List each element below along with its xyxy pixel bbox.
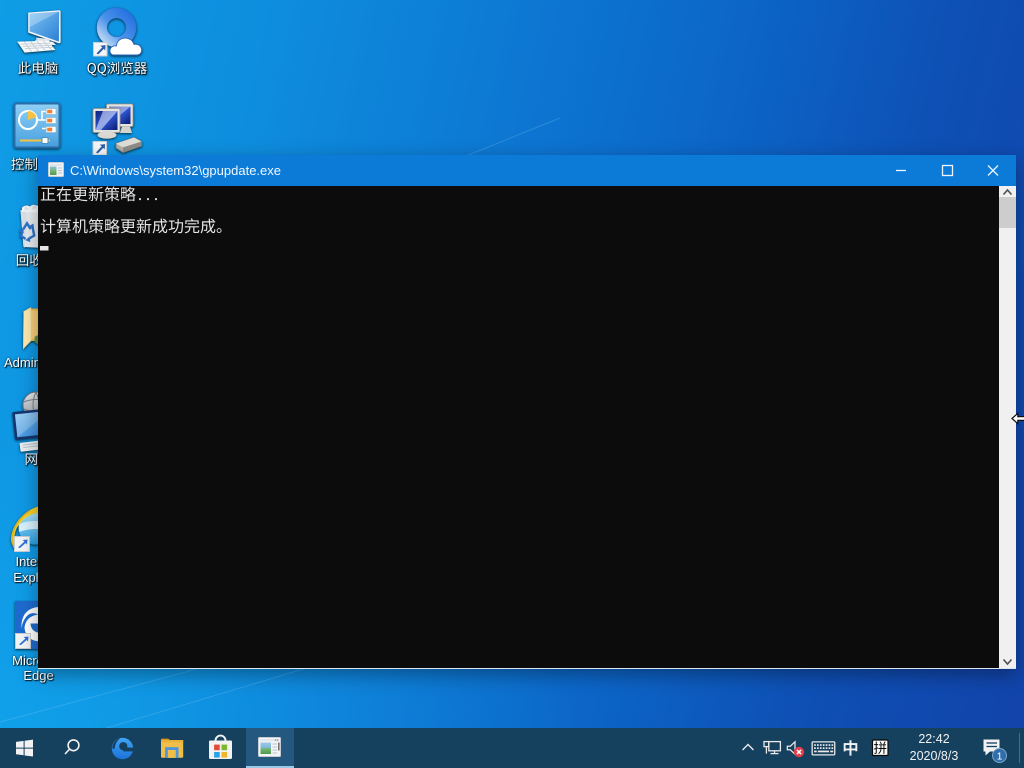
svg-text:1: 1: [997, 751, 1003, 763]
